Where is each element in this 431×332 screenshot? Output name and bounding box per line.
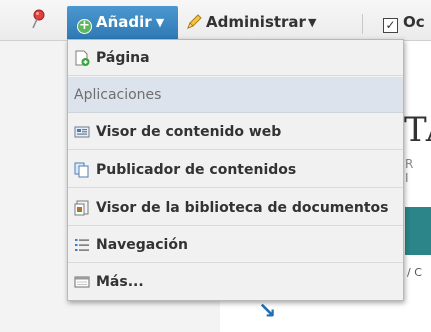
- menu-item-page[interactable]: Página: [68, 40, 403, 76]
- toggle-controls-label: Oc: [403, 13, 425, 31]
- chevron-down-icon: ▼: [155, 16, 165, 29]
- chevron-down-icon: ▼: [307, 16, 317, 29]
- dockbar: + Añadir ▼ Administrar ▼ ✓ Oc: [0, 0, 431, 41]
- breadcrumb-fragment: / C: [407, 266, 422, 279]
- page-add-icon: [75, 50, 90, 66]
- toggle-controls-button[interactable]: ✓ Oc: [383, 6, 425, 39]
- add-dropdown-menu: Página Aplicaciones Visor de contenido w…: [67, 39, 404, 301]
- documents-icon: [74, 162, 89, 177]
- checkbox-icon[interactable]: ✓: [383, 18, 398, 33]
- menu-item-document-library-viewer[interactable]: Visor de la biblioteca de documentos: [68, 190, 403, 226]
- site-title-fragment: TA: [404, 110, 431, 150]
- arrow-icon: ↘: [258, 299, 277, 324]
- menu-item-web-content-viewer[interactable]: Visor de contenido web: [68, 114, 403, 150]
- menu-item-label: Visor de la biblioteca de documentos: [96, 199, 389, 216]
- add-menu-label: Añadir: [96, 13, 152, 31]
- window-icon: [74, 276, 90, 288]
- menu-item-label: Más...: [96, 274, 144, 290]
- menu-section-applications: Aplicaciones: [68, 77, 403, 113]
- menu-item-label: Visor de contenido web: [96, 123, 282, 140]
- map-pin-icon[interactable]: [31, 9, 45, 29]
- menu-section-label: Aplicaciones: [74, 86, 162, 103]
- menu-item-label: Publicador de contenidos: [96, 161, 297, 178]
- library-icon: [74, 200, 89, 215]
- menu-item-navigation[interactable]: Navegación: [68, 227, 403, 263]
- pencil-icon: [187, 14, 202, 29]
- web-content-icon: [74, 126, 90, 137]
- menu-item-content-publisher[interactable]: Publicador de contenidos: [68, 152, 403, 188]
- menu-item-label: Navegación: [96, 236, 188, 253]
- toolbar-divider: [362, 14, 363, 34]
- menu-item-more[interactable]: Más...: [68, 264, 403, 300]
- manage-menu-button[interactable]: Administrar ▼: [186, 6, 316, 39]
- manage-menu-label: Administrar: [206, 13, 306, 31]
- menu-item-label: Página: [96, 49, 150, 66]
- add-menu-button[interactable]: + Añadir ▼: [67, 6, 178, 39]
- plus-circle-icon: +: [77, 19, 92, 34]
- site-subtitle-fragment: R I: [405, 157, 422, 185]
- nav-bar-fragment: [405, 207, 431, 255]
- list-icon: [75, 238, 89, 251]
